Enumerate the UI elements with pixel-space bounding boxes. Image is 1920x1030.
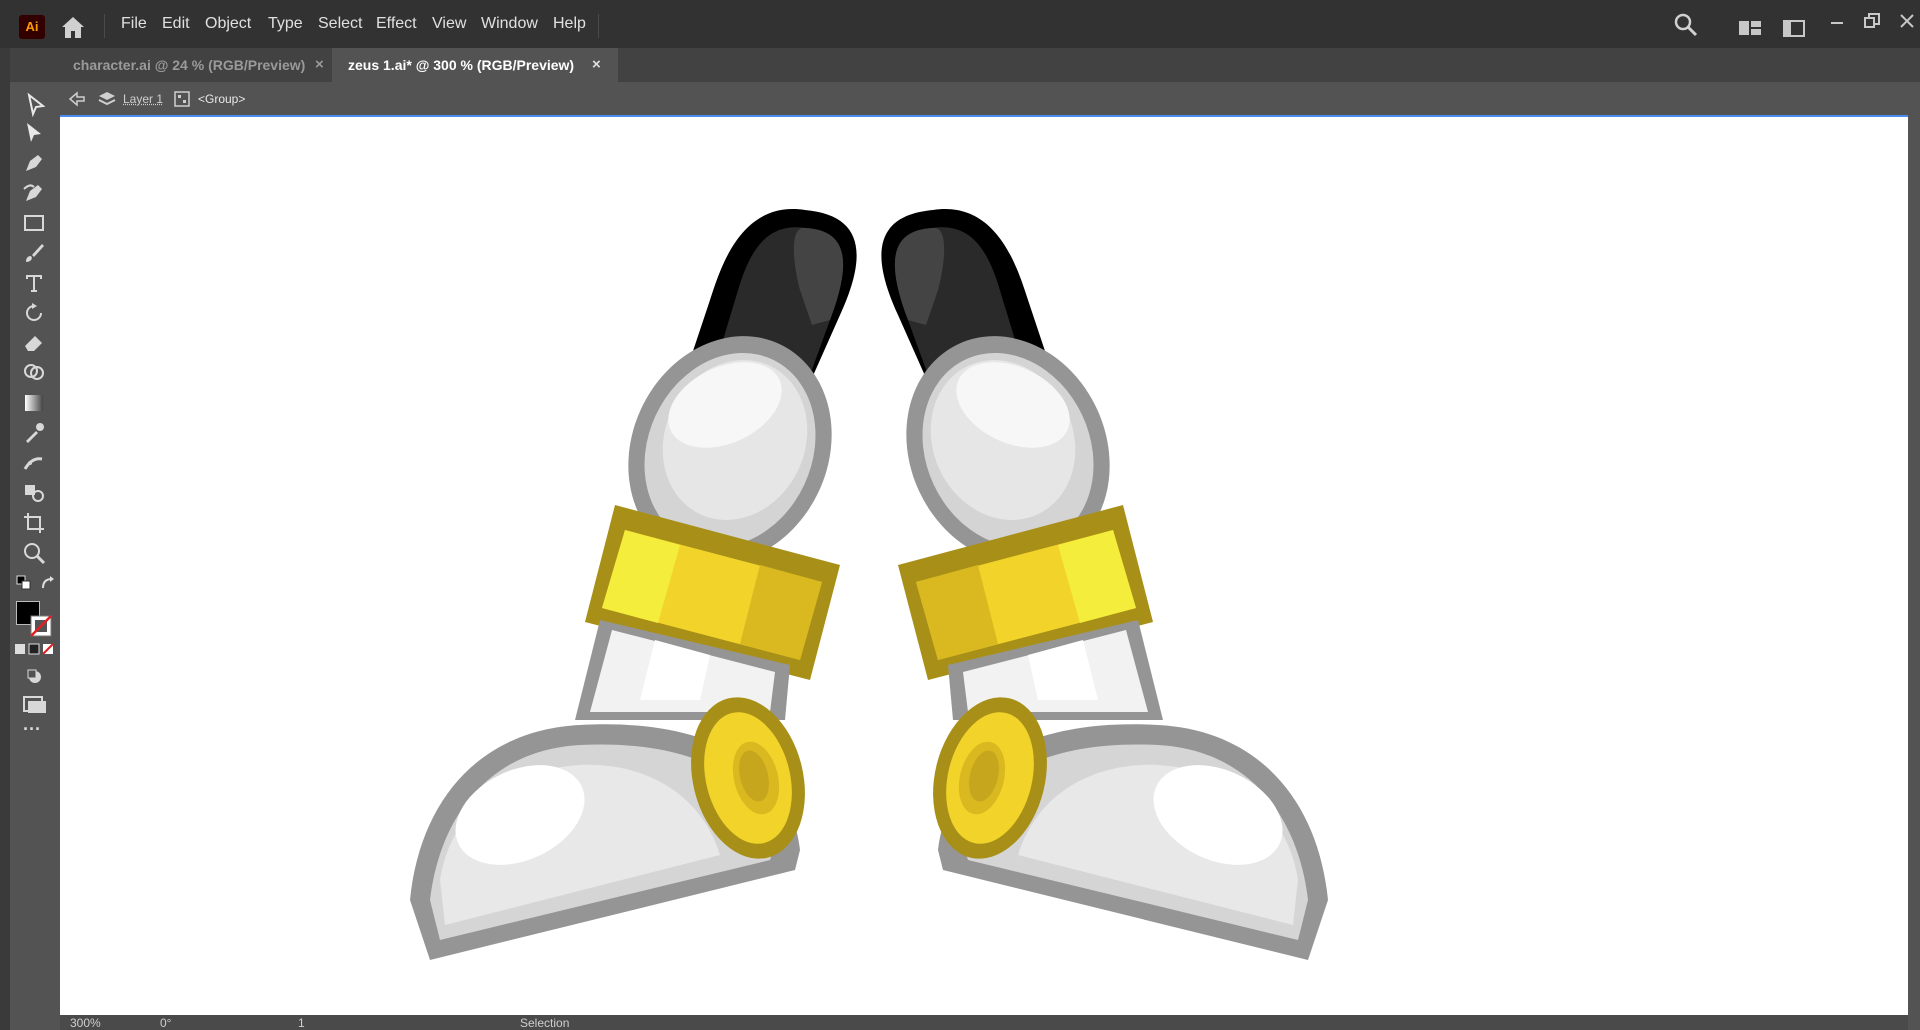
swap-colors-icon[interactable] bbox=[40, 575, 56, 591]
rotation-value[interactable]: 0° bbox=[160, 1016, 171, 1030]
arrange-documents-icon[interactable] bbox=[1782, 18, 1806, 38]
menu-effect[interactable]: Effect bbox=[376, 15, 417, 33]
breadcrumb-group[interactable]: <Group> bbox=[198, 92, 245, 106]
menu-type[interactable]: Type bbox=[268, 15, 303, 33]
menu-object[interactable]: Object bbox=[205, 15, 251, 33]
breadcrumb-layer[interactable]: Layer 1 bbox=[123, 92, 163, 106]
color-mode-icons[interactable] bbox=[15, 643, 57, 655]
artboard-canvas[interactable] bbox=[60, 115, 1908, 1017]
eyedropper-tool-icon[interactable] bbox=[20, 421, 48, 445]
menu-edit[interactable]: Edit bbox=[162, 15, 190, 33]
dock-strip bbox=[0, 48, 10, 1030]
layers-icon[interactable] bbox=[98, 90, 116, 108]
rectangle-tool-icon[interactable] bbox=[20, 211, 48, 235]
group-icon bbox=[174, 91, 190, 107]
isolation-mode-bar: Layer 1 <Group> bbox=[60, 83, 1908, 115]
tab-zeus[interactable]: zeus 1.ai* @ 300 % (RGB/Preview) × bbox=[332, 48, 618, 82]
shape-builder-tool-icon[interactable] bbox=[20, 361, 48, 385]
close-window-icon[interactable] bbox=[1898, 12, 1916, 30]
left-boot[interactable] bbox=[410, 209, 868, 960]
menu-file[interactable]: File bbox=[121, 15, 147, 33]
gradient-tool-icon[interactable] bbox=[20, 391, 48, 415]
menu-help[interactable]: Help bbox=[553, 15, 586, 33]
tab-character-label: character.ai @ 24 % (RGB/Preview) bbox=[73, 57, 306, 73]
document-tab-bar: character.ai @ 24 % (RGB/Preview) × zeus… bbox=[10, 48, 1920, 82]
puppet-warp-tool-icon[interactable] bbox=[20, 451, 48, 475]
tab-close-icon[interactable]: × bbox=[315, 48, 324, 82]
restore-icon[interactable] bbox=[1863, 12, 1881, 30]
menu-bar: Ai File Edit Object Type Select Effect V… bbox=[0, 0, 1920, 49]
type-tool-icon[interactable] bbox=[20, 271, 48, 295]
artboard-tool-icon[interactable] bbox=[20, 511, 48, 535]
current-tool-label[interactable]: Selection bbox=[520, 1016, 569, 1030]
search-icon[interactable] bbox=[1673, 12, 1699, 38]
minimize-icon[interactable] bbox=[1829, 14, 1845, 30]
right-boot[interactable] bbox=[870, 209, 1328, 960]
app-logo[interactable]: Ai bbox=[19, 15, 45, 39]
menu-separator bbox=[598, 14, 599, 38]
curvature-tool-icon[interactable] bbox=[20, 181, 48, 205]
menu-window[interactable]: Window bbox=[481, 15, 538, 33]
workspace-switcher-icon[interactable] bbox=[1738, 18, 1762, 38]
tools-panel: ··· bbox=[10, 83, 58, 1030]
zeus-boots-artwork[interactable] bbox=[60, 117, 1908, 1015]
status-bar: 300% 0° 1 Selection bbox=[60, 1015, 1908, 1030]
draw-mode-icon[interactable] bbox=[24, 667, 46, 687]
zoom-tool-icon[interactable] bbox=[20, 541, 48, 565]
blend-tool-icon[interactable] bbox=[20, 481, 48, 505]
tab-close-icon[interactable]: × bbox=[592, 48, 601, 82]
paintbrush-tool-icon[interactable] bbox=[20, 241, 48, 265]
stroke-none-swatch[interactable] bbox=[30, 615, 52, 637]
direct-selection-tool-icon[interactable] bbox=[20, 121, 48, 145]
tab-zeus-label: zeus 1.ai* @ 300 % (RGB/Preview) bbox=[348, 57, 575, 73]
tab-character[interactable]: character.ai @ 24 % (RGB/Preview) × bbox=[10, 48, 332, 82]
default-colors-icon[interactable] bbox=[16, 575, 32, 591]
selection-tool-icon[interactable] bbox=[22, 93, 50, 117]
home-icon[interactable] bbox=[58, 12, 88, 42]
back-arrow-icon[interactable] bbox=[68, 91, 86, 107]
eraser-tool-icon[interactable] bbox=[20, 331, 48, 355]
pen-tool-icon[interactable] bbox=[20, 151, 48, 175]
artboard-number[interactable]: 1 bbox=[298, 1016, 305, 1030]
rotate-tool-icon[interactable] bbox=[20, 301, 48, 325]
menu-separator bbox=[104, 14, 105, 38]
zoom-level[interactable]: 300% bbox=[70, 1016, 101, 1030]
vertical-scrollbar[interactable] bbox=[1908, 83, 1920, 1030]
menu-select[interactable]: Select bbox=[318, 15, 362, 33]
more-tools-icon[interactable]: ··· bbox=[23, 719, 41, 740]
menu-view[interactable]: View bbox=[432, 15, 466, 33]
screen-mode-icon[interactable] bbox=[22, 695, 48, 715]
